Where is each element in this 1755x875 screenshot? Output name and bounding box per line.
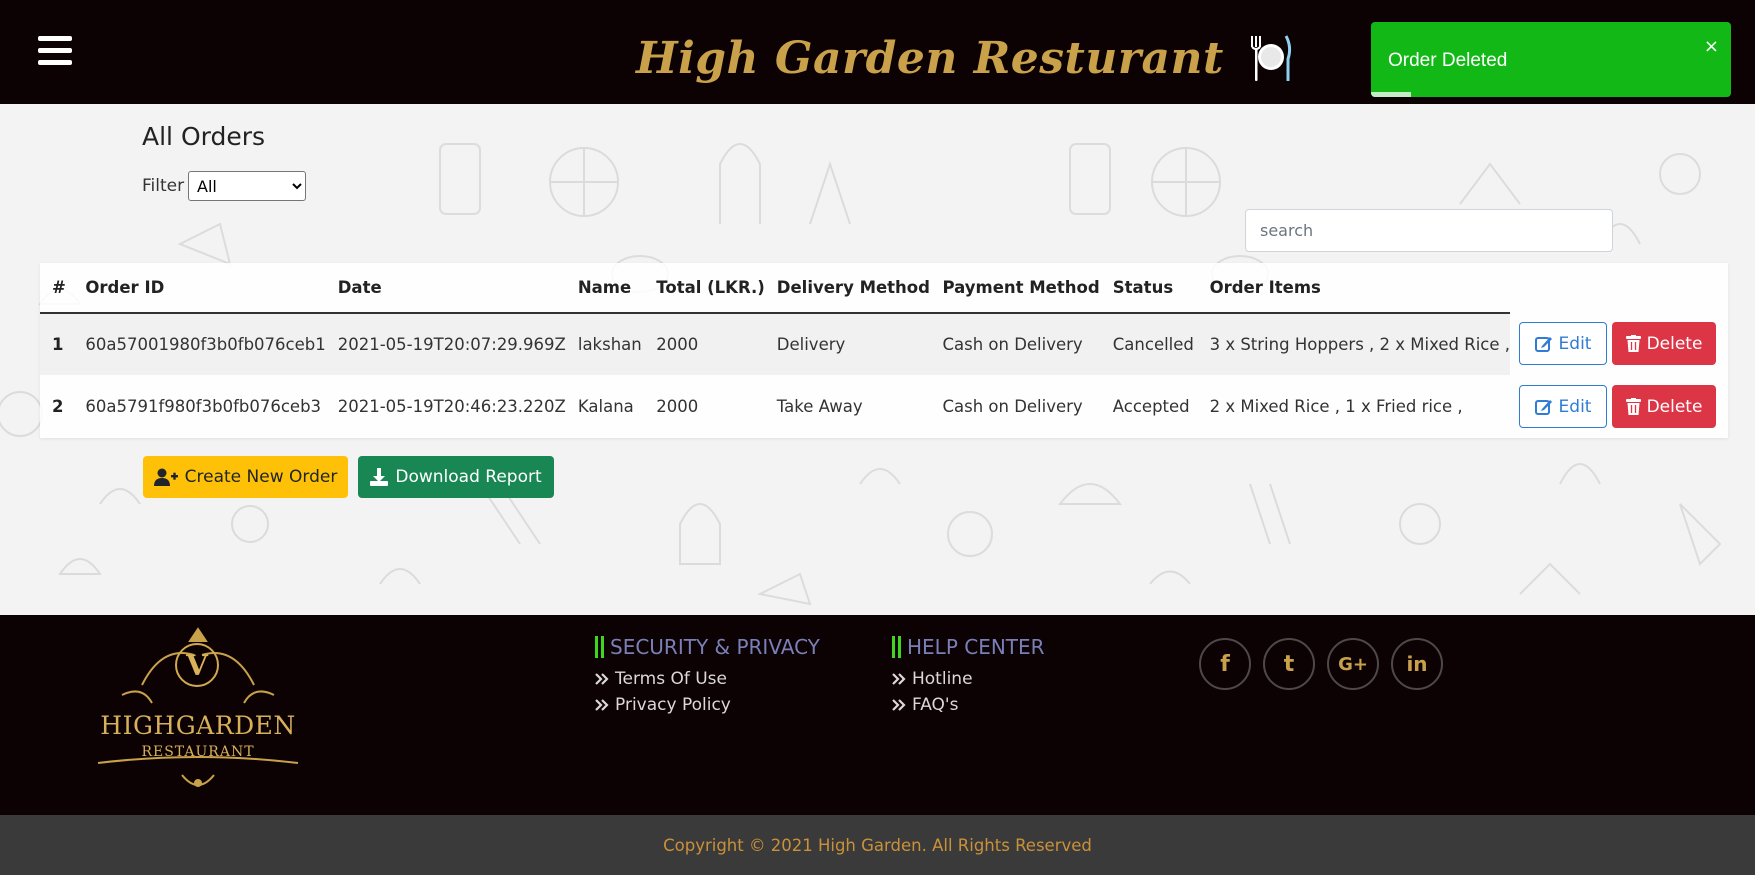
table-row: 2 60a5791f980f3b0fb076ceb3 2021-05-19T20… [40, 375, 1510, 437]
hotline-link-label: Hotline [912, 669, 973, 689]
cell-number: 1 [40, 313, 74, 375]
toast-notification: Order Deleted × [1371, 22, 1731, 97]
logo-sub: RESTAURANT [141, 744, 255, 760]
twitter-icon[interactable]: t [1263, 638, 1315, 690]
cell-order-items: 3 x String Hoppers , 2 x Mixed Rice , [1197, 313, 1510, 375]
help-center-section: HELP CENTER Hotline FAQ's [892, 635, 1045, 715]
brand[interactable]: High Garden Resturant [636, 30, 1296, 86]
close-icon[interactable]: × [1704, 36, 1719, 57]
faq-link[interactable]: FAQ's [892, 695, 1045, 715]
delete-button[interactable]: Delete [1612, 385, 1716, 428]
google-plus-icon[interactable]: G+ [1327, 638, 1379, 690]
cell-name: lakshan [565, 313, 645, 375]
faq-link-label: FAQ's [912, 695, 959, 715]
double-chevron-right-icon [892, 699, 906, 711]
column-header-delivery-method: Delivery Method [764, 263, 931, 314]
column-header-date: Date [325, 263, 566, 314]
terms-link-label: Terms Of Use [615, 669, 727, 689]
brand-title: High Garden Resturant [636, 32, 1224, 84]
double-chevron-right-icon [595, 673, 609, 685]
page-title: All Orders [142, 122, 266, 151]
trash-icon [1625, 398, 1641, 415]
orders-table-container: # Order ID Date Name Total (LKR.) Delive… [40, 263, 1728, 438]
accent-bar [892, 636, 895, 658]
table-header-row: # Order ID Date Name Total (LKR.) Delive… [40, 263, 1510, 314]
privacy-link[interactable]: Privacy Policy [595, 695, 820, 715]
delete-button[interactable]: Delete [1612, 322, 1716, 365]
edit-button[interactable]: Edit [1519, 385, 1607, 428]
orders-table: # Order ID Date Name Total (LKR.) Delive… [40, 263, 1510, 437]
cell-delivery-method: Take Away [776, 396, 863, 416]
copyright-text: Copyright © 2021 High Garden. All Rights… [663, 835, 1092, 855]
hamburger-menu-icon[interactable] [38, 36, 72, 66]
help-heading-text: HELP CENTER [907, 635, 1045, 659]
cell-total: 2000 [656, 396, 699, 416]
cell-date: 2021-05-19T20:46:23.220Z [337, 396, 566, 416]
create-new-order-button[interactable]: Create New Order [143, 456, 348, 498]
accent-bar [601, 636, 604, 658]
security-heading-text: SECURITY & PRIVACY [610, 635, 820, 659]
column-header-status: Status [1100, 263, 1198, 314]
plate-and-cutlery-icon [1250, 35, 1291, 81]
social-links: f t G+ in [1199, 638, 1443, 690]
column-header-number: # [40, 263, 74, 314]
status-filter-select[interactable]: All [188, 171, 306, 201]
logo-monogram: V [175, 643, 219, 687]
trash-icon [1625, 335, 1641, 352]
double-chevron-right-icon [595, 699, 609, 711]
edit-button-label: Edit [1558, 333, 1592, 354]
user-plus-icon [153, 468, 178, 486]
download-report-label: Download Report [395, 467, 542, 487]
edit-square-icon [1534, 399, 1552, 415]
toast-progress-bar [1371, 92, 1411, 97]
cell-payment-method: Cash on Delivery [930, 313, 1101, 375]
cell-number: 2 [52, 396, 64, 416]
hotline-link[interactable]: Hotline [892, 669, 1045, 689]
privacy-link-label: Privacy Policy [615, 695, 731, 715]
copyright-bar: Copyright © 2021 High Garden. All Rights… [0, 815, 1755, 875]
cell-order-id: 60a5791f980f3b0fb076ceb3 [85, 396, 322, 416]
column-header-order-id: Order ID [73, 263, 326, 314]
terms-link[interactable]: Terms Of Use [595, 669, 820, 689]
column-header-order-items: Order Items [1197, 263, 1510, 314]
cell-delivery-method: Delivery [764, 313, 931, 375]
accent-bar [595, 636, 598, 658]
column-header-payment-method: Payment Method [930, 263, 1101, 314]
delete-button-label: Delete [1646, 333, 1703, 354]
footer: V HIGHGARDEN RESTAURANT SECURITY & PRIVA… [0, 615, 1755, 815]
search-input[interactable] [1245, 209, 1613, 252]
create-new-order-label: Create New Order [184, 467, 338, 487]
accent-bar [898, 636, 901, 658]
toast-message: Order Deleted [1388, 50, 1508, 71]
cell-status: Accepted [1112, 396, 1190, 416]
table-row: 1 60a57001980f3b0fb076ceb1 2021-05-19T20… [40, 313, 1510, 375]
cell-status: Cancelled [1100, 313, 1198, 375]
download-report-button[interactable]: Download Report [358, 456, 554, 498]
edit-square-icon [1534, 336, 1552, 352]
main-content: All Orders Filter All # Order ID Date Na… [0, 104, 1755, 615]
column-header-total: Total (LKR.) [644, 263, 765, 314]
cell-payment-method: Cash on Delivery [942, 396, 1083, 416]
logo-name: HIGHGARDEN [100, 711, 296, 740]
security-heading: SECURITY & PRIVACY [595, 635, 820, 659]
facebook-icon[interactable]: f [1199, 638, 1251, 690]
row-actions: Edit Delete [1519, 322, 1716, 365]
highgarden-logo: V HIGHGARDEN RESTAURANT [82, 625, 314, 795]
download-icon [370, 468, 389, 486]
cell-date: 2021-05-19T20:07:29.969Z [325, 313, 566, 375]
column-header-name: Name [565, 263, 645, 314]
row-actions: Edit Delete [1519, 385, 1716, 428]
delete-button-label: Delete [1646, 396, 1703, 417]
cell-name: Kalana [577, 396, 634, 416]
double-chevron-right-icon [892, 673, 906, 685]
edit-button[interactable]: Edit [1519, 322, 1607, 365]
linkedin-icon[interactable]: in [1391, 638, 1443, 690]
help-heading: HELP CENTER [892, 635, 1045, 659]
filter-label: Filter [142, 176, 185, 196]
cell-order-id: 60a57001980f3b0fb076ceb1 [73, 313, 326, 375]
edit-button-label: Edit [1558, 396, 1592, 417]
cell-total: 2000 [644, 313, 765, 375]
security-privacy-section: SECURITY & PRIVACY Terms Of Use Privacy … [595, 635, 820, 715]
cell-order-items: 2 x Mixed Rice , 1 x Fried rice , [1209, 396, 1463, 416]
